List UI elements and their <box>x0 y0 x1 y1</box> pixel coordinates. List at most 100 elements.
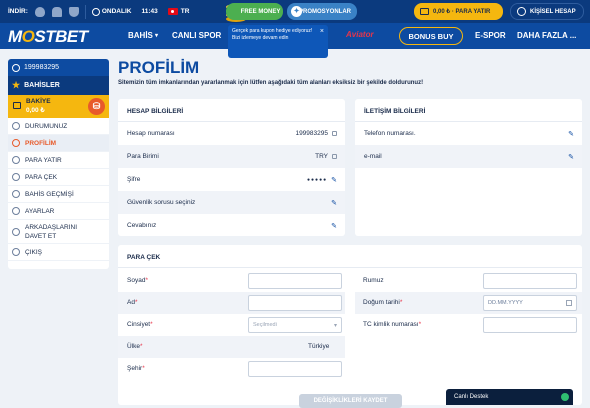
promotions-label: PROMOSYONLAR <box>298 8 351 15</box>
bonus-buy-button[interactable]: BONUS BUY <box>399 27 463 45</box>
promo-tooltip: Gerçek para kupon hediye ediyoruz! Bizi … <box>228 25 328 58</box>
sidebar-item-bet-history[interactable]: BAHİS GEÇMİŞİ <box>8 186 109 203</box>
security-question-row[interactable]: Güvenlik sorusu seçiniz ✎ <box>118 191 345 214</box>
sidebar-item-label: DURUMUNUZ <box>25 122 68 130</box>
sidebar-balance[interactable]: BAKİYE 0,00 ₺ ⛁ <box>8 95 109 118</box>
status-icon <box>12 122 20 130</box>
account-sidebar: 199983295 ★ BAHİSLER BAKİYE 0,00 ₺ ⛁ DURU… <box>8 59 109 269</box>
nav-more[interactable]: DAHA FAZLA ... <box>517 31 576 40</box>
lock-icon <box>332 154 337 159</box>
odds-format-icon <box>91 7 100 16</box>
row-label: Cevabınız <box>127 222 157 229</box>
account-id: 199983295 <box>24 64 60 71</box>
email-row[interactable]: e-mail ✎ <box>355 145 582 168</box>
live-support-label: Canlı Destek <box>454 394 489 400</box>
edit-icon[interactable]: ✎ <box>568 130 574 138</box>
sidebar-item-label: PROFİLİM <box>25 139 57 147</box>
user-icon <box>12 63 20 72</box>
withdraw-header: PARA ÇEK <box>118 245 582 268</box>
sidebar-item-withdraw[interactable]: PARA ÇEK <box>8 169 109 186</box>
row-label: e-mail <box>364 153 382 160</box>
surname-input[interactable] <box>248 273 342 289</box>
shield-icon[interactable] <box>68 6 79 17</box>
sidebar-item-label: PARA YATIR <box>25 156 62 164</box>
mostbet-logo[interactable]: MOSTBET <box>8 27 88 47</box>
birthdate-label: Doğum tarihi* <box>363 299 402 306</box>
promotions-button[interactable]: ✦ PROMOSYONLAR <box>287 3 357 20</box>
close-icon[interactable]: × <box>320 28 324 35</box>
tc-id-input[interactable] <box>483 317 577 333</box>
nickname-input[interactable] <box>483 273 577 289</box>
sidebar-item-bets[interactable]: ★ BAHİSLER <box>8 76 109 95</box>
nav-e-spor[interactable]: E-SPOR <box>475 31 506 40</box>
gender-select[interactable]: Seçilmedi ▾ <box>248 317 342 333</box>
account-button[interactable]: KİŞİSEL HESAP <box>510 3 584 20</box>
free-money-button[interactable]: FREE MONEY <box>226 3 283 20</box>
surname-label: Soyad* <box>127 277 148 284</box>
nav-canli-spor[interactable]: CANLI SPOR <box>172 31 221 40</box>
wallet-icon <box>420 8 429 15</box>
language-select[interactable]: TR <box>181 8 190 15</box>
sidebar-item-settings[interactable]: AYARLAR <box>8 203 109 220</box>
tc-id-label: TC kimlik numarası* <box>363 321 421 328</box>
calendar-icon[interactable] <box>566 300 572 306</box>
password-value: ●●●●● <box>307 176 328 183</box>
required-mark: * <box>142 365 145 372</box>
nav-bahis[interactable]: BAHİS <box>128 31 153 40</box>
row-label: Şifre <box>127 176 141 183</box>
cashback-icon[interactable]: ⛁ <box>88 98 105 115</box>
save-changes-button[interactable]: DEĞİŞİKLİKLERİ KAYDET <box>299 394 402 408</box>
account-number-value: 199983295 <box>295 130 328 137</box>
contact-info-header: İLETİŞİM BİLGİLERİ <box>355 99 582 122</box>
gender-label: Cinsiyet* <box>127 321 153 328</box>
field-label: Doğum tarihi <box>363 299 400 306</box>
field-label: Soyad <box>127 277 146 284</box>
answer-row[interactable]: Cevabınız ✎ <box>118 214 345 237</box>
required-mark: * <box>145 277 148 284</box>
sidebar-item-label: BAHİS GEÇMİŞİ <box>25 190 74 198</box>
sidebar-item-status[interactable]: DURUMUNUZ <box>8 118 109 135</box>
account-number-row: Hesap numarası 199983295 <box>118 122 345 145</box>
tooltip-text: Gerçek para kupon hediye ediyoruz! Bizi … <box>232 28 313 41</box>
logo-part: STBET <box>34 27 88 46</box>
sidebar-item-profile[interactable]: PROFİLİM <box>8 135 109 152</box>
nickname-label: Rumuz <box>363 277 384 284</box>
sidebar-item-label: PARA ÇEK <box>25 173 58 181</box>
live-support-widget[interactable]: Canlı Destek <box>446 389 573 405</box>
sidebar-item-invite[interactable]: ARKADAŞLARINI DAVET ET <box>8 220 109 244</box>
edit-icon[interactable]: ✎ <box>331 176 337 184</box>
apple-icon[interactable] <box>34 6 45 17</box>
nav-aviator[interactable]: Aviator <box>346 30 374 39</box>
edit-icon[interactable]: ✎ <box>331 199 337 207</box>
required-mark: * <box>399 299 403 306</box>
odds-format-select[interactable]: ONDALIK <box>102 8 132 15</box>
withdraw-icon <box>12 173 20 181</box>
name-input[interactable] <box>248 295 342 311</box>
row-label: Para Birimi <box>127 153 159 160</box>
field-label: Şehir <box>127 365 143 372</box>
field-label: Ad <box>127 299 135 306</box>
password-row[interactable]: Şifre ●●●●● ✎ <box>118 168 345 191</box>
android-icon[interactable] <box>51 6 62 17</box>
bonus-buy-label: BONUS BUY <box>408 31 454 41</box>
edit-icon[interactable]: ✎ <box>331 222 337 230</box>
sidebar-item-deposit[interactable]: PARA YATIR <box>8 152 109 169</box>
required-mark: * <box>134 299 138 306</box>
birthdate-input[interactable]: DD.MM.YYYY <box>483 295 577 311</box>
city-input[interactable] <box>248 361 342 377</box>
gift-icon: ✦ <box>291 6 302 17</box>
sidebar-item-label: AYARLAR <box>25 207 55 215</box>
sidebar-item-label: ARKADAŞLARINI DAVET ET <box>25 223 78 240</box>
turkey-flag-icon <box>167 8 178 15</box>
edit-icon[interactable]: ✎ <box>568 153 574 161</box>
deposit-button[interactable]: 0,00 ₺ · PARA YATIR <box>414 3 503 20</box>
star-icon: ★ <box>12 80 21 90</box>
clock-time: 11:43 <box>141 8 158 15</box>
sidebar-item-logout[interactable]: ÇIKIŞ <box>8 244 109 261</box>
page-title: PROFİLİM <box>118 58 200 77</box>
row-label: Hesap numarası <box>127 130 175 137</box>
download-label: İNDİR: <box>8 8 28 15</box>
phone-row[interactable]: Telefon numarası. ✎ <box>355 122 582 145</box>
gender-value: Seçilmedi <box>253 322 277 328</box>
free-money-label: FREE MONEY <box>240 8 281 15</box>
